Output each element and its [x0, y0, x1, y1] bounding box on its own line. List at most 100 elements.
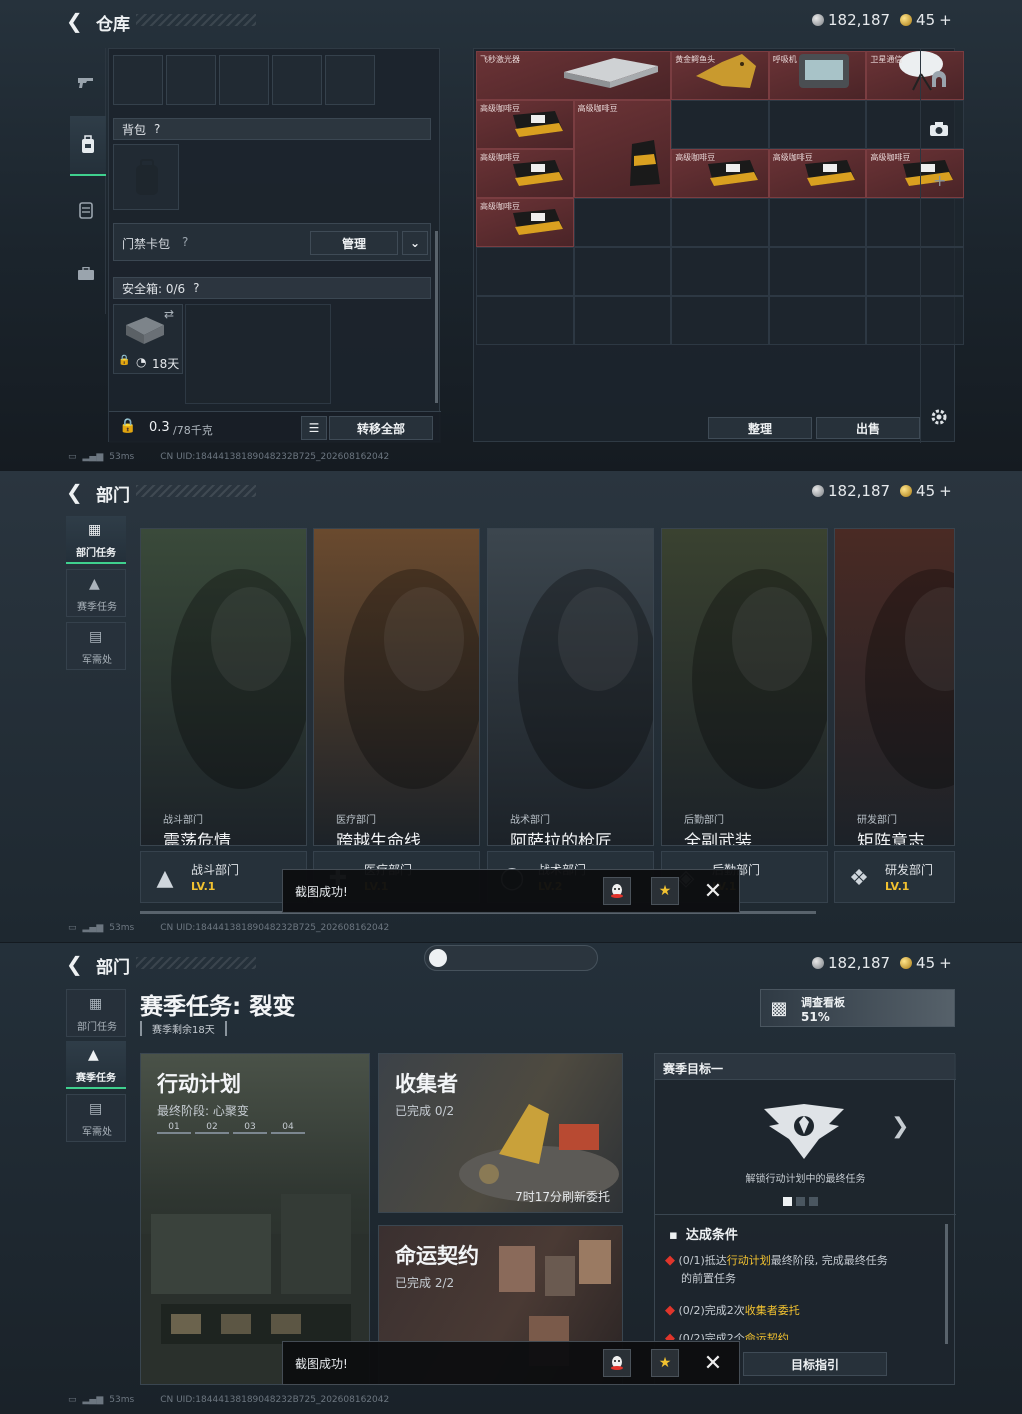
list-view-icon[interactable]: ☰ [301, 416, 327, 440]
stage-step: 01 [157, 1122, 191, 1134]
stash-cell[interactable] [671, 247, 769, 296]
back-arrow-icon[interactable]: ❮ [66, 952, 83, 976]
item-name: 卫星通信 [870, 55, 903, 64]
page-dot-active[interactable] [783, 1197, 792, 1206]
side-tab-season-missions[interactable]: ▲ 赛季任务 [66, 1041, 126, 1089]
stash-item[interactable]: 高级咖啡豆 [476, 100, 574, 149]
silver-amount: 182,187 [828, 482, 891, 500]
swap-icon[interactable]: ⇄ [164, 307, 174, 321]
lock-icon[interactable]: 🔒 [119, 418, 136, 434]
stash-item[interactable]: 高级咖啡豆 [476, 198, 574, 247]
stash-item[interactable]: 高级咖啡豆 [476, 149, 574, 198]
backpack-slot[interactable] [113, 144, 179, 210]
chevron-down-icon[interactable]: ⌄ [402, 231, 428, 255]
help-icon[interactable]: ? [154, 122, 160, 136]
storage-tab-icon[interactable] [70, 194, 102, 226]
stash-cell[interactable] [768, 198, 867, 247]
add-gold-button[interactable]: + [939, 954, 952, 972]
gold-amount: 45 [916, 954, 936, 972]
mission-card-action-plan[interactable]: 行动计划 最终阶段: 心聚变 01 02 03 04 [140, 1053, 370, 1385]
stash-cell[interactable] [573, 296, 672, 345]
briefcase-tab-icon[interactable] [70, 258, 102, 290]
back-arrow-icon[interactable]: ❮ [66, 9, 83, 33]
help-icon[interactable]: ? [193, 281, 199, 295]
collector-illustration [459, 1104, 619, 1202]
add-gold-button[interactable]: + [939, 11, 952, 29]
stash-cell[interactable] [768, 100, 867, 149]
weapon-tab-icon[interactable] [70, 66, 102, 98]
scrollbar[interactable] [945, 1224, 948, 1344]
stash-cell[interactable] [671, 100, 769, 149]
department-screen: ❮ 部门 182,187 45 + ▦ 部门任务 ▲ 赛季任务 ▤ 军需处 战斗… [0, 471, 1022, 942]
stash-cell[interactable] [671, 296, 769, 345]
equip-slot[interactable] [219, 55, 269, 105]
investigation-board-button[interactable]: ▩ 调查看板 51% [760, 989, 955, 1027]
dept-level-bar[interactable]: ❖ 研发部门 LV.1 [834, 851, 955, 903]
currency-display: 182,187 45 + [812, 954, 952, 972]
sell-button[interactable]: 出售 [816, 417, 920, 439]
mission-card-collector[interactable]: 收集者 已完成 0/2 7时17分刷新委托 [378, 1053, 623, 1213]
dept-card[interactable]: 战术部门 阿萨拉的枪匠 [487, 528, 654, 846]
dept-card[interactable]: 医疗部门 跨越生命线 [313, 528, 480, 846]
help-icon[interactable]: ? [182, 235, 188, 249]
side-tab-quartermaster[interactable]: ▤ 军需处 [66, 1094, 126, 1142]
dept-card[interactable]: 后勤部门 全副武装 [661, 528, 828, 846]
equip-slot[interactable] [272, 55, 322, 105]
next-goal-arrow-icon[interactable]: ❯ [891, 1114, 909, 1139]
back-arrow-icon[interactable]: ❮ [66, 480, 83, 504]
scrollbar[interactable] [435, 231, 438, 403]
stash-cell[interactable] [768, 247, 867, 296]
page-title: 仓库 [96, 15, 130, 35]
stash-item[interactable]: 飞秒激光器 [476, 51, 672, 100]
qq-share-icon[interactable] [603, 1349, 631, 1377]
close-icon[interactable]: ✕ [699, 877, 727, 905]
arch-tab-icon[interactable] [923, 63, 955, 95]
stash-cell[interactable] [573, 198, 672, 247]
stash-item[interactable]: 高级咖啡豆 [671, 149, 769, 198]
stash-item[interactable]: 呼吸机 [768, 51, 867, 100]
stash-item[interactable]: 黄金鳄鱼头 [671, 51, 769, 100]
stash-cell[interactable] [671, 198, 769, 247]
mission-subtitle: 已完成 2/2 [395, 1276, 455, 1290]
close-icon[interactable]: ✕ [699, 1349, 727, 1377]
season-remaining: 赛季剩余18天 [140, 1021, 227, 1036]
side-tab-dept-missions[interactable]: ▦ 部门任务 [66, 989, 126, 1037]
stash-item[interactable]: 高级咖啡豆 [573, 100, 672, 198]
equip-slot[interactable] [113, 55, 163, 105]
add-tab-icon[interactable]: + [933, 171, 946, 190]
page-dot[interactable] [809, 1197, 818, 1206]
page-dot[interactable] [796, 1197, 805, 1206]
side-tab-label: 部门任务 [77, 1022, 117, 1033]
star-share-icon[interactable]: ★ [651, 877, 679, 905]
notification-capsule[interactable] [424, 945, 598, 971]
gear-icon[interactable] [923, 401, 955, 433]
transfer-all-button[interactable]: 转移全部 [329, 416, 433, 440]
header-decoration [136, 957, 256, 969]
qq-share-icon[interactable] [603, 877, 631, 905]
side-tab-season-missions[interactable]: ▲ 赛季任务 [66, 569, 126, 617]
item-name: 飞秒激光器 [480, 55, 520, 64]
manage-button[interactable]: 管理 [310, 231, 398, 255]
stash-cell[interactable] [476, 247, 574, 296]
side-tab-dept-missions[interactable]: ▦ 部门任务 [66, 516, 126, 564]
stash-cell[interactable] [476, 296, 574, 345]
dept-card[interactable]: 战斗部门 震荡危情 [140, 528, 307, 846]
quartermaster-icon: ▤ [89, 629, 103, 645]
star-share-icon[interactable]: ★ [651, 1349, 679, 1377]
stash-cell[interactable] [573, 247, 672, 296]
camera-tab-icon[interactable] [923, 113, 955, 145]
sort-button[interactable]: 整理 [708, 417, 812, 439]
add-gold-button[interactable]: + [939, 482, 952, 500]
stash-item[interactable]: 高级咖啡豆 [768, 149, 867, 198]
side-tab-quartermaster[interactable]: ▤ 军需处 [66, 622, 126, 670]
board-icon: ▩ [770, 997, 788, 1019]
dept-mission-icon: ▦ [88, 522, 102, 538]
equip-slot[interactable] [166, 55, 216, 105]
backpack-tab-icon[interactable] [70, 116, 106, 176]
goal-guide-button[interactable]: 目标指引 [743, 1352, 887, 1376]
equip-slot[interactable] [325, 55, 375, 105]
dept-card-subtitle: 后勤部门 [684, 815, 724, 826]
safebox-slot[interactable]: ⇄ 🔒 ◔ 18天 [113, 304, 183, 374]
stash-cell[interactable] [768, 296, 867, 345]
dept-card[interactable]: 研发部门 矩阵意志 [834, 528, 955, 846]
